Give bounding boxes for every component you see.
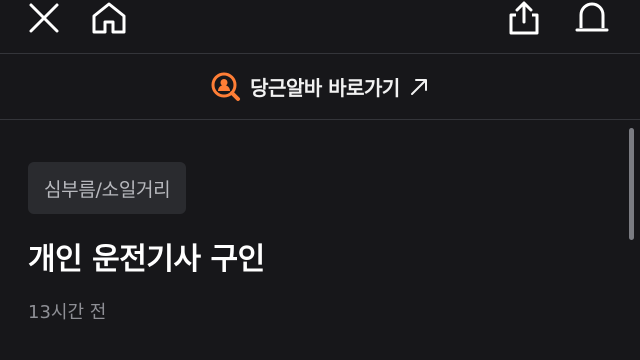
banner-label: 당근알바 바로가기 [250,76,400,100]
alarm-button[interactable] [574,0,610,36]
share-button[interactable] [506,0,542,36]
post-content: 심부름/소일거리 개인 운전기사 구인 13시간 전 [0,120,640,360]
home-icon [92,2,126,34]
close-button[interactable] [26,0,62,36]
top-app-bar [0,0,640,54]
alarm-icon [575,2,609,32]
job-search-icon [211,72,241,101]
category-chip[interactable]: 심부름/소일거리 [28,162,187,214]
close-icon [29,3,59,33]
post-detail-screen: 당근알바 바로가기 심부름/소일거리 개인 운전기사 구인 13시간 전 [0,0,640,360]
banner-content: 당근알바 바로가기 [211,72,429,102]
share-icon [509,1,539,35]
scrollbar[interactable] [629,128,634,240]
arrow-up-right-icon [410,78,427,95]
job-shortcut-banner[interactable]: 당근알바 바로가기 [0,54,640,120]
post-title: 개인 운전기사 구인 [28,242,265,277]
home-button[interactable] [91,0,127,36]
post-timestamp: 13시간 전 [28,302,107,323]
